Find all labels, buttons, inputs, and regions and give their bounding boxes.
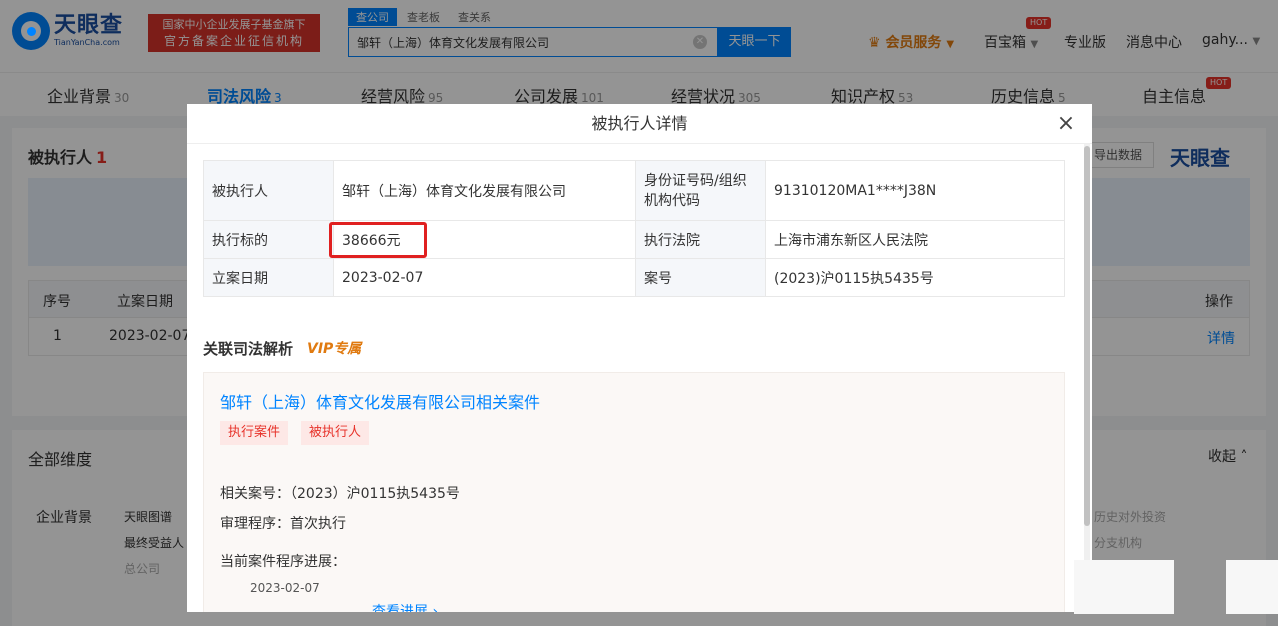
view-progress-link[interactable]: 查看进展 › [372, 601, 438, 612]
tag-executed-person: 被执行人 [301, 421, 370, 445]
value-filing-date: 2023-02-07 [333, 258, 636, 297]
trial-procedure: 审理程序：首次执行 [220, 516, 346, 532]
related-case-number: 相关案号：（2023）沪0115执5435号 [220, 486, 460, 502]
related-judicial-title: 关联司法解析 [203, 340, 294, 358]
related-case-link[interactable]: 邹轩（上海）体育文化发展有限公司相关案件 [220, 389, 540, 413]
case-progress-label: 当前案件程序进展： [220, 554, 346, 570]
progress-date: 2023-02-07 [250, 581, 320, 595]
label-court: 执行法院 [635, 220, 766, 259]
executed-person-detail-modal: 被执行人详情 × 被执行人 邹轩（上海）体育文化发展有限公司 身份证号码/组织机… [187, 104, 1092, 612]
label-executed-person: 被执行人 [203, 160, 334, 221]
related-case-card: 邹轩（上海）体育文化发展有限公司相关案件 执行案件 被执行人 相关案号：（202… [203, 372, 1065, 612]
label-org-code: 身份证号码/组织机构代码 [635, 160, 766, 221]
vip-exclusive-tag: VIP专属 [307, 341, 362, 357]
modal-title: 被执行人详情 [187, 104, 1092, 144]
decorative-block [1226, 560, 1278, 614]
value-case-number: (2023)沪0115执5435号 [765, 258, 1065, 297]
value-court: 上海市浦东新区人民法院 [765, 220, 1065, 259]
label-case-number: 案号 [635, 258, 766, 297]
tag-execution-case: 执行案件 [220, 421, 289, 445]
highlight-box [329, 222, 427, 258]
table-row: 立案日期 2023-02-07 案号 (2023)沪0115执5435号 [203, 258, 1065, 297]
scrollbar-thumb[interactable] [1084, 146, 1090, 526]
modal-scrollbar[interactable] [1084, 144, 1090, 612]
label-filing-date: 立案日期 [203, 258, 334, 297]
table-row: 被执行人 邹轩（上海）体育文化发展有限公司 身份证号码/组织机构代码 91310… [203, 160, 1065, 221]
value-org-code: 91310120MA1****J38N [765, 160, 1065, 221]
decorative-block [1074, 560, 1174, 614]
close-icon[interactable]: × [1054, 112, 1078, 136]
value-executed-person: 邹轩（上海）体育文化发展有限公司 [333, 160, 636, 221]
label-execution-target: 执行标的 [203, 220, 334, 259]
